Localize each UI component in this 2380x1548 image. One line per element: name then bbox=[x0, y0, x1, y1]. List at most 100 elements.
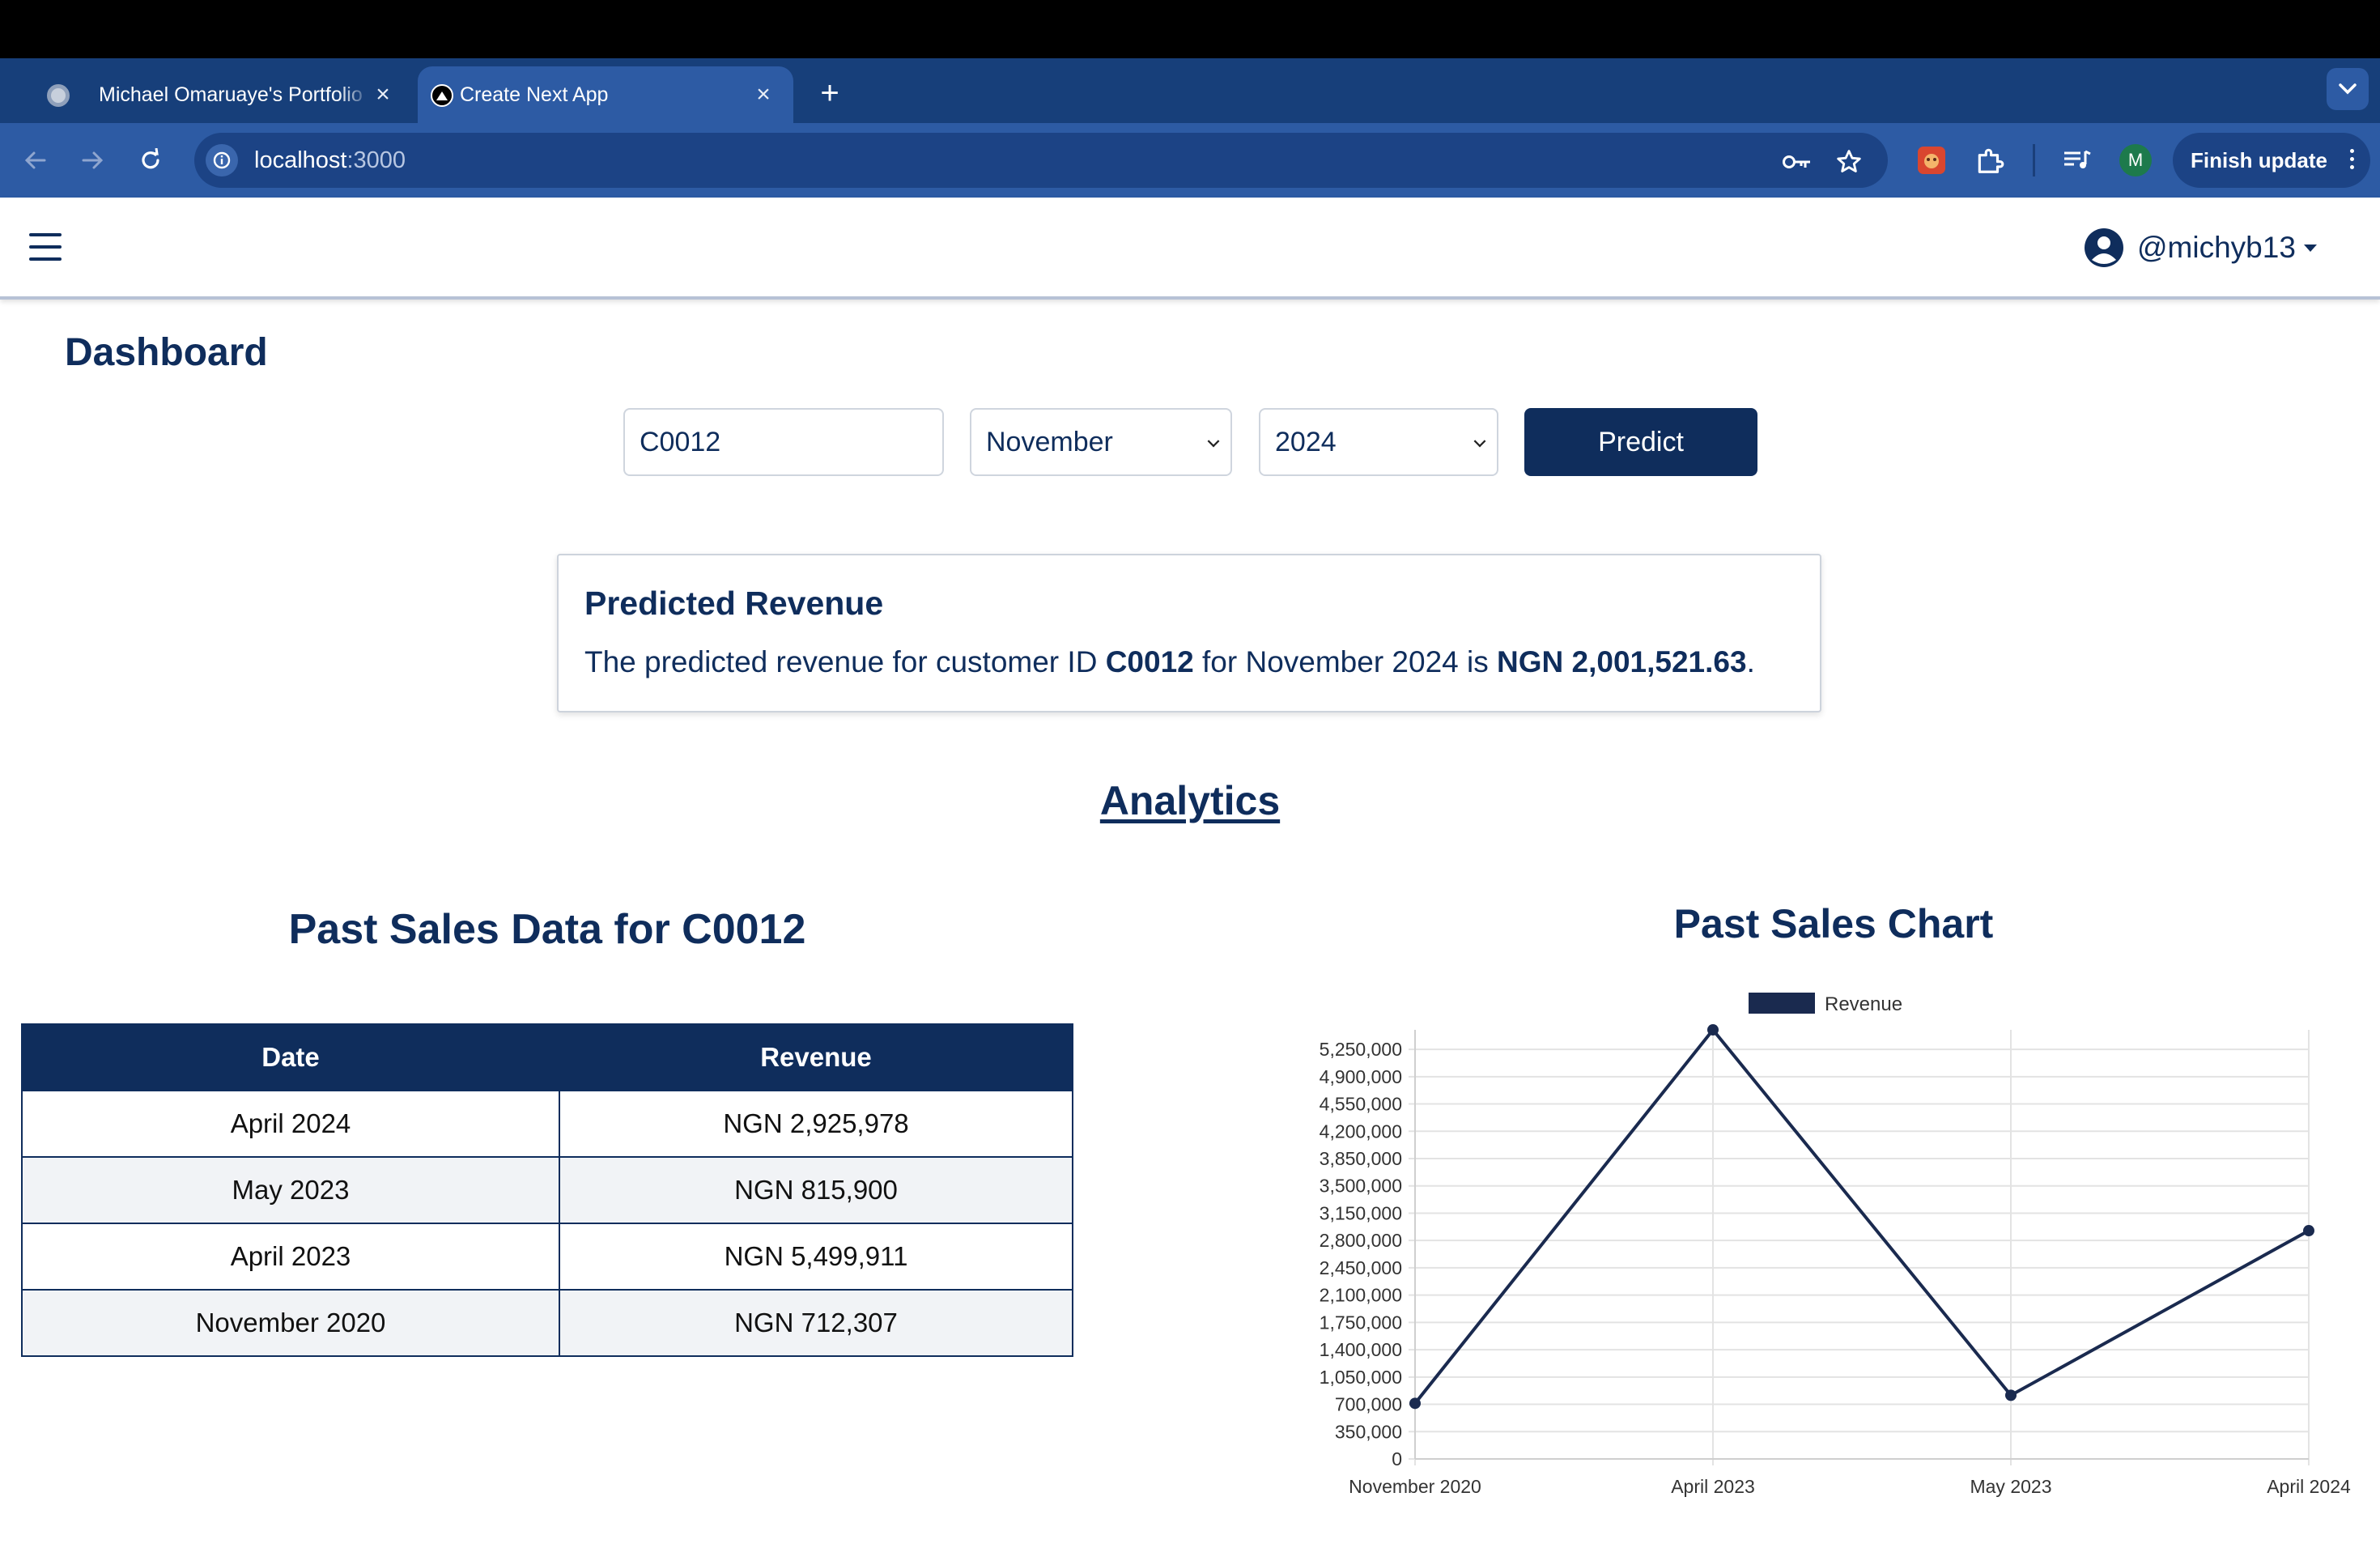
month-value: November bbox=[986, 426, 1113, 457]
chevron-down-icon bbox=[1473, 435, 1486, 448]
caret-down-icon bbox=[2303, 244, 2317, 252]
customer-id-value: C0012 bbox=[640, 426, 721, 457]
x-tick-label: April 2024 bbox=[2267, 1476, 2351, 1497]
extension-icon[interactable] bbox=[1914, 142, 1949, 178]
month-select[interactable]: November bbox=[970, 408, 1232, 476]
browser-tab-create-next-app[interactable]: Create Next App × bbox=[418, 66, 793, 123]
forward-button[interactable] bbox=[71, 139, 113, 181]
finish-update-label: Finish update bbox=[2191, 147, 2327, 172]
tab-title: Michael Omaruaye's Portfolio bbox=[99, 83, 363, 106]
cell-date: November 2020 bbox=[21, 1289, 560, 1357]
os-menu-bar bbox=[0, 0, 2380, 58]
media-controls-icon[interactable] bbox=[2059, 142, 2095, 178]
customer-id-input[interactable]: C0012 bbox=[623, 408, 944, 476]
y-tick-label: 4,550,000 bbox=[1320, 1094, 1402, 1115]
cell-revenue: NGN 5,499,911 bbox=[559, 1223, 1073, 1291]
hamburger-menu-icon[interactable] bbox=[29, 233, 62, 261]
result-middle: for November 2024 is bbox=[1193, 645, 1498, 678]
year-select[interactable]: 2024 bbox=[1259, 408, 1498, 476]
table-header-row: Date Revenue bbox=[21, 1023, 1073, 1091]
cell-date: May 2023 bbox=[21, 1156, 560, 1224]
y-tick-label: 700,000 bbox=[1335, 1394, 1402, 1415]
y-tick-label: 3,500,000 bbox=[1320, 1176, 1402, 1197]
address-bar[interactable]: localhost:3000 bbox=[194, 133, 1888, 188]
y-tick-label: 350,000 bbox=[1335, 1421, 1402, 1442]
close-icon[interactable]: × bbox=[751, 81, 776, 108]
table-row: April 2023 NGN 5,499,911 bbox=[21, 1223, 1073, 1291]
site-info-icon[interactable] bbox=[206, 144, 238, 176]
url-port: :3000 bbox=[346, 147, 406, 173]
star-icon[interactable] bbox=[1833, 146, 1865, 178]
app-header: @michyb13 bbox=[0, 198, 2380, 300]
new-tab-button[interactable]: + bbox=[811, 73, 848, 113]
browser-tab-portfolio[interactable]: Michael Omaruaye's Portfolio × bbox=[16, 66, 413, 123]
x-tick-label: November 2020 bbox=[1349, 1476, 1481, 1497]
column-header-date: Date bbox=[21, 1023, 560, 1091]
toolbar-divider bbox=[2033, 144, 2035, 176]
username: @michyb13 bbox=[2137, 231, 2296, 264]
data-point bbox=[2303, 1225, 2314, 1237]
tab-title: Create Next App bbox=[460, 83, 609, 106]
url-host: localhost bbox=[254, 147, 347, 173]
y-tick-label: 1,750,000 bbox=[1320, 1312, 1402, 1333]
y-tick-label: 3,150,000 bbox=[1320, 1202, 1402, 1223]
chevron-down-icon bbox=[2339, 83, 2357, 95]
y-tick-label: 4,200,000 bbox=[1320, 1121, 1402, 1142]
reload-icon bbox=[142, 148, 159, 169]
browser-tab-strip: Michael Omaruaye's Portfolio × Create Ne… bbox=[0, 58, 2380, 123]
user-menu[interactable]: @michyb13 bbox=[2084, 227, 2317, 269]
url-text: localhost:3000 bbox=[254, 147, 406, 174]
back-button[interactable] bbox=[15, 139, 57, 181]
table-title: Past Sales Data for C0012 bbox=[288, 906, 806, 953]
key-icon[interactable] bbox=[1781, 146, 1813, 178]
legend-label: Revenue bbox=[1825, 993, 1902, 1015]
y-tick-label: 3,850,000 bbox=[1320, 1148, 1402, 1169]
user-circle-icon bbox=[2085, 228, 2123, 267]
y-tick-label: 1,050,000 bbox=[1320, 1367, 1402, 1388]
globe-icon bbox=[47, 84, 70, 107]
past-sales-chart: 0 350,000 700,000 1,050,000 1,400,000 1,750,0… bbox=[1320, 993, 2351, 1497]
series-line-revenue bbox=[1413, 1027, 2310, 1405]
column-header-revenue: Revenue bbox=[559, 1023, 1073, 1091]
y-tick-label: 0 bbox=[1392, 1448, 1402, 1469]
table-row: April 2024 NGN 2,925,978 bbox=[21, 1090, 1073, 1158]
result-title: Predicted Revenue bbox=[584, 585, 884, 622]
arrow-left-icon bbox=[24, 151, 46, 169]
cell-revenue: NGN 712,307 bbox=[559, 1289, 1073, 1357]
result-customer-id: C0012 bbox=[1105, 645, 1194, 678]
result-text: The predicted revenue for customer ID C0… bbox=[584, 645, 1794, 679]
arrow-right-icon bbox=[82, 151, 104, 169]
reload-button[interactable] bbox=[130, 139, 172, 181]
y-tick-label: 4,900,000 bbox=[1320, 1066, 1402, 1087]
legend-swatch bbox=[1749, 993, 1815, 1014]
predict-button[interactable]: Predict bbox=[1524, 408, 1757, 476]
y-tick-label: 5,250,000 bbox=[1320, 1039, 1402, 1060]
data-point bbox=[2005, 1389, 2017, 1401]
page-title: Dashboard bbox=[65, 331, 268, 374]
close-icon[interactable]: × bbox=[371, 81, 395, 108]
chevron-down-icon bbox=[1207, 435, 1220, 448]
predicted-revenue-card: Predicted Revenue The predicted revenue … bbox=[557, 554, 1821, 712]
kebab-menu-icon[interactable] bbox=[2350, 149, 2354, 169]
y-tick-label: 2,100,000 bbox=[1320, 1285, 1402, 1306]
y-tick-label: 1,400,000 bbox=[1320, 1339, 1402, 1360]
chart-title: Past Sales Chart bbox=[1673, 901, 1994, 946]
y-tick-label: 2,450,000 bbox=[1320, 1257, 1402, 1278]
nextjs-icon bbox=[431, 84, 453, 107]
finish-update-button[interactable]: Finish update bbox=[2173, 133, 2370, 188]
result-suffix: . bbox=[1746, 645, 1755, 678]
cell-date: April 2023 bbox=[21, 1223, 560, 1291]
tab-search-button[interactable] bbox=[2327, 68, 2369, 110]
puzzle-icon[interactable] bbox=[1972, 142, 2008, 178]
past-sales-table: Date Revenue April 2024 NGN 2,925,978 Ma… bbox=[21, 1023, 1073, 1357]
table-row: May 2023 NGN 815,900 bbox=[21, 1156, 1073, 1224]
profile-avatar[interactable]: M bbox=[2119, 144, 2152, 176]
table-row: November 2020 NGN 712,307 bbox=[21, 1289, 1073, 1357]
result-amount: NGN 2,001,521.63 bbox=[1497, 645, 1747, 678]
analytics-heading: Analytics bbox=[1099, 778, 1281, 823]
result-prefix: The predicted revenue for customer ID bbox=[584, 645, 1106, 678]
year-value: 2024 bbox=[1275, 426, 1337, 457]
x-tick-label: May 2023 bbox=[1970, 1476, 2051, 1497]
browser-toolbar: localhost:3000 M Finish update bbox=[0, 123, 2380, 198]
cell-revenue: NGN 815,900 bbox=[559, 1156, 1073, 1224]
